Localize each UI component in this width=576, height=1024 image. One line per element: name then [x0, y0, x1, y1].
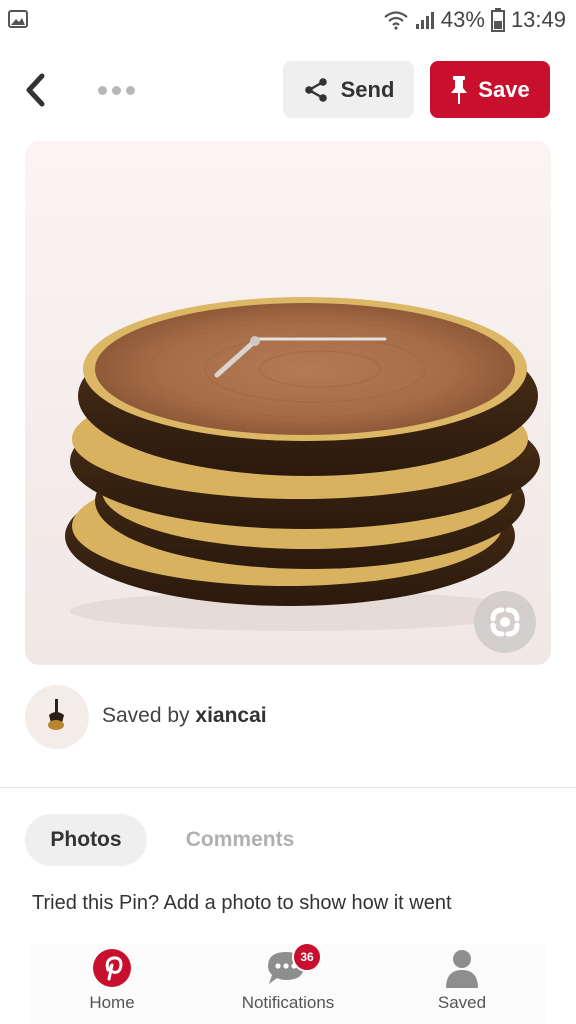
- wifi-icon: [384, 11, 408, 30]
- more-options-icon[interactable]: [92, 78, 140, 102]
- tab-comments[interactable]: Comments: [165, 814, 315, 866]
- avatar[interactable]: [25, 685, 89, 749]
- signal-icon: [415, 12, 434, 29]
- bottom-nav: Home 36 Notifications Saved: [30, 942, 546, 1024]
- gallery-icon: [8, 10, 28, 28]
- person-icon: [446, 950, 478, 988]
- send-button[interactable]: Send: [283, 61, 414, 118]
- save-button[interactable]: Save: [430, 61, 550, 118]
- nav-notifications[interactable]: 36 Notifications: [213, 942, 363, 1024]
- notification-badge: 36: [292, 942, 322, 972]
- log-slice-clock-photo: [65, 297, 540, 631]
- pushpin-icon: [451, 75, 468, 104]
- saved-by-prefix: Saved by: [102, 704, 190, 727]
- status-bar: 43% 13:49: [0, 0, 576, 40]
- clock: 13:49: [510, 7, 566, 32]
- dot: [111, 85, 121, 95]
- send-label: Send: [340, 76, 395, 102]
- nav-home[interactable]: Home: [37, 944, 187, 1024]
- dot: [125, 85, 135, 95]
- spinning-top-avatar-image: [48, 699, 64, 730]
- share-icon: [304, 77, 327, 102]
- nav-saved[interactable]: Saved: [387, 944, 537, 1024]
- battery-icon: [490, 8, 505, 32]
- tab-photos[interactable]: Photos: [25, 814, 147, 866]
- pinterest-logo-icon: [93, 949, 131, 987]
- saved-by-text: Saved by xiancai: [102, 704, 267, 728]
- nav-home-label: Home: [89, 993, 135, 1012]
- saved-by-username[interactable]: xiancai: [195, 704, 266, 727]
- nav-saved-label: Saved: [437, 993, 487, 1012]
- divider: [0, 787, 576, 788]
- save-label: Save: [478, 76, 530, 102]
- pin-image[interactable]: [25, 141, 551, 665]
- nav-notifications-label: Notifications: [241, 993, 335, 1012]
- back-chevron-icon[interactable]: [20, 70, 54, 110]
- add-photo-prompt[interactable]: Tried this Pin? Add a photo to show how …: [32, 892, 452, 915]
- visual-search-lens-icon[interactable]: [473, 590, 537, 654]
- dot: [97, 85, 107, 95]
- battery-percent: 43%: [440, 7, 485, 32]
